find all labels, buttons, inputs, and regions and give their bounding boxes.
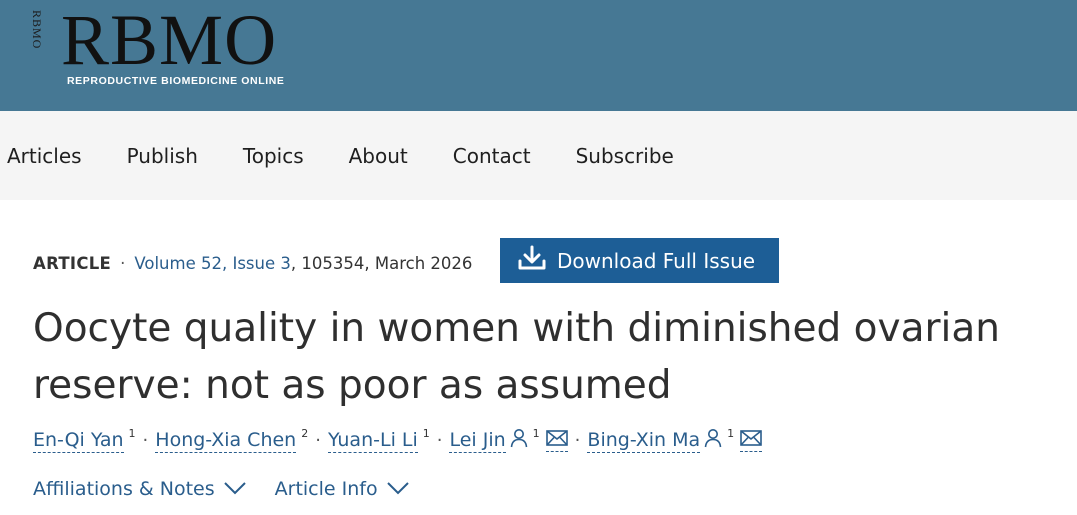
affiliations-notes-toggle[interactable]: Affiliations & Notes [33,478,247,500]
author-separator: · [315,430,321,451]
author-item: Bing-Xin Ma 1 [587,427,763,453]
author-separator: · [142,430,149,451]
affiliation-sup: 1 [128,427,136,440]
author-name[interactable]: En-Qi Yan [33,429,124,453]
article-number-date: , 105354, March 2026 [290,254,473,273]
affiliations-notes-label: Affiliations & Notes [33,478,215,500]
logo-vertical-text: RBMO [30,10,44,50]
author-item: Hong-Xia Chen 2 [155,427,309,453]
chevron-down-icon [215,478,247,500]
article-type-label: ARTICLE [33,254,112,273]
author-separator: · [436,430,443,451]
affiliation-sup: 1 [532,427,540,440]
meta-separator: · [120,254,126,273]
author-item: Yuan-Li Li 1 [327,427,430,453]
author-item: En-Qi Yan 1 [33,427,136,453]
nav-item-about[interactable]: About [349,144,408,168]
chevron-down-icon [378,478,410,500]
author-name[interactable]: Yuan-Li Li [327,429,418,453]
article-info-label: Article Info [274,478,378,500]
affiliation-sup: 1 [422,427,430,440]
email-icon[interactable] [545,429,568,452]
author-separator: · [574,430,581,451]
article-info-toggle[interactable]: Article Info [275,478,410,500]
nav-item-articles[interactable]: Articles [7,144,82,168]
download-icon [517,244,557,277]
article-meta: ARTICLE · Volume 52, Issue 3 , 105354, M… [33,254,472,273]
logo-subtitle: REPRODUCTIVE BIOMEDICINE ONLINE [67,75,285,87]
affiliation-sup: 2 [301,427,309,440]
email-icon[interactable] [740,429,763,452]
author-list: En-Qi Yan 1 · Hong-Xia Chen 2 · Yuan-Li … [33,427,763,453]
corresponding-author-icon [704,428,722,453]
author-item: Lei Jin 1 [449,427,568,453]
nav-item-topics[interactable]: Topics [243,144,304,168]
nav-item-contact[interactable]: Contact [453,144,531,168]
nav-item-subscribe[interactable]: Subscribe [576,144,674,168]
author-name[interactable]: Hong-Xia Chen [155,429,297,453]
download-full-issue-button[interactable]: Download Full Issue [500,238,779,283]
download-button-label: Download Full Issue [557,248,756,273]
logo-wordmark: RBMO [61,0,278,80]
affiliation-sup: 1 [727,427,735,440]
nav-item-publish[interactable]: Publish [127,144,198,168]
corresponding-author-icon [510,428,528,453]
site-header: RBMO RBMO REPRODUCTIVE BIOMEDICINE ONLIN… [0,0,1077,111]
main-nav: Articles Publish Topics About Contact Su… [0,111,1077,200]
volume-issue-link[interactable]: Volume 52, Issue 3 [134,254,291,273]
author-name[interactable]: Bing-Xin Ma [587,429,701,453]
article-title: Oocyte quality in women with diminished … [33,306,1001,408]
author-name[interactable]: Lei Jin [449,429,506,453]
article-links: Affiliations & Notes Article Info [33,478,438,500]
